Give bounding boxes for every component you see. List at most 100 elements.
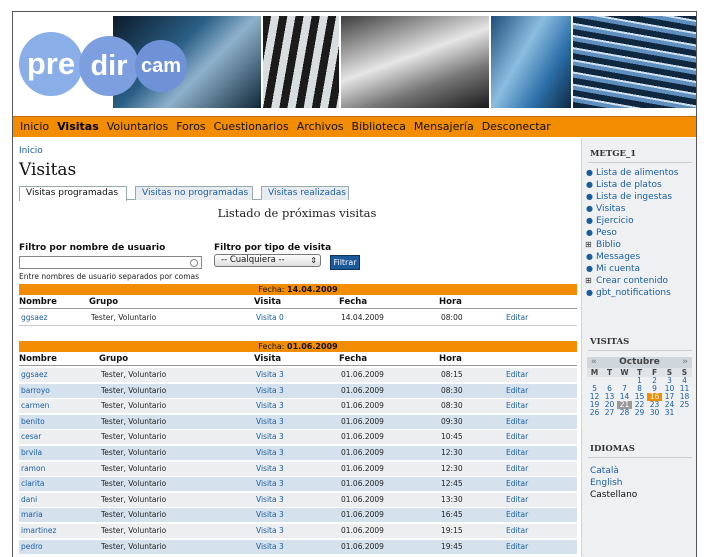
nav-item-foros[interactable]: Foros [176,120,205,133]
sidebar-item-mi-cuenta[interactable]: ● Mi cuenta [586,263,678,275]
edit-link[interactable]: Editar [506,370,528,379]
visit-link[interactable]: Visita 3 [256,495,284,504]
nav-item-cuestionarios[interactable]: Cuestionarios [214,120,289,133]
language-english[interactable]: English [590,477,637,489]
visit-link[interactable]: Visita 3 [256,510,284,519]
nav-item-visitas[interactable]: Visitas [57,120,99,133]
user-name-link[interactable]: ggsaez [21,370,48,379]
edit-link[interactable]: Editar [506,495,528,504]
time-cell: 09:30 [441,416,463,426]
calendar-next-icon[interactable]: » [682,357,688,368]
sidebar-item-label: Lista de platos [596,180,662,190]
visit-type-select[interactable]: -- Cualquiera -- ⇕ [214,254,321,267]
nav-item-biblioteca[interactable]: Biblioteca [352,120,406,133]
visit-link[interactable]: Visita 3 [256,448,284,457]
sidebar-visits-title: VISITAS [590,337,630,347]
page-frame: pre dir cam Inicio Visitas Voluntarios Foro… [12,11,697,557]
visit-link[interactable]: Visita 3 [256,386,284,395]
user-name-link[interactable]: brvila [21,448,42,457]
sidebar-item-label: Biblio [596,240,621,250]
calendar-dayname: W [617,368,632,377]
logo-circle-pre[interactable]: pre [19,32,83,96]
calendar-day[interactable]: 26 [587,409,602,417]
visit-link[interactable]: Visita 3 [256,401,284,410]
nav-item-desconectar[interactable]: Desconectar [482,120,551,133]
date-cell: 01.06.2009 [341,526,384,535]
table-row: maria Tester, Voluntario Visita 3 01.06.200… [19,508,577,524]
visit-link[interactable]: Visita 3 [256,370,284,379]
user-name-link[interactable]: barroyo [21,386,50,395]
group-cell: Tester, Voluntario [91,313,157,322]
edit-link[interactable]: Editar [506,401,528,410]
edit-link[interactable]: Editar [506,464,528,473]
calendar-grid: M T W T F S S 1 2 3 4 5 6 7 8 9 10 11 12 13 14 15 16 17 18 19 20 21… [587,368,692,417]
logo-circle-dir[interactable]: dir [79,36,139,96]
visit-link[interactable]: Visita 3 [256,479,284,488]
user-name-link[interactable]: pedro [21,542,43,551]
edit-link[interactable]: Editar [506,432,528,441]
edit-link[interactable]: Editar [506,510,528,519]
user-name-link[interactable]: maria [21,510,43,519]
edit-link[interactable]: Editar [506,479,528,488]
nav-item-archivos[interactable]: Archivos [297,120,344,133]
table-row: barroyo Tester, Voluntario Visita 3 01.06.2… [19,383,577,399]
visit-link[interactable]: Visita 3 [256,464,284,473]
sidebar-item-ejercicio[interactable]: ● Ejercicio [586,215,678,227]
calendar-day[interactable]: 28 [617,409,632,417]
logo-circle-cam[interactable]: cam [135,40,187,92]
date-cell: 01.06.2009 [341,416,384,426]
breadcrumb[interactable]: Inicio [19,146,43,156]
user-name-link[interactable]: ggsaez [21,313,48,322]
visit-link[interactable]: Visita 0 [256,313,284,322]
tab-visitas-realizadas[interactable]: Visitas realizadas [261,186,349,200]
bullet-icon: ● [586,288,593,297]
user-name-link[interactable]: cesar [21,432,41,441]
user-name-link[interactable]: benito [21,417,45,426]
user-name-link[interactable]: imartinez [21,526,56,535]
expand-icon[interactable]: ⊞ [585,239,592,251]
visit-link[interactable]: Visita 3 [256,432,284,441]
calendar-prev-icon[interactable]: « [591,357,597,368]
language-list: Català English Castellano [590,465,637,501]
sidebar-item-visitas[interactable]: ● Visitas [586,203,678,215]
edit-link[interactable]: Editar [506,526,528,535]
calendar-day[interactable]: 29 [632,409,647,417]
sidebar-item-lista-de-ingestas[interactable]: ● Lista de ingestas [586,191,678,203]
sidebar-item-lista-de-platos[interactable]: ● Lista de platos [586,179,678,191]
sidebar-item-biblio[interactable]: ⊞ Biblio [585,239,678,251]
edit-link[interactable]: Editar [506,542,528,551]
sidebar-item-peso[interactable]: ● Peso [586,227,678,239]
calendar-dayname: M [587,368,602,377]
user-name-link[interactable]: dani [21,495,37,504]
sidebar-item-label: Visitas [596,204,626,214]
language-catal[interactable]: Català [590,465,637,477]
edit-link[interactable]: Editar [506,448,528,457]
user-name-link[interactable]: clarita [21,479,45,488]
sidebar-item-gbt-notifications[interactable]: ● gbt_notifications [586,287,678,299]
edit-link[interactable]: Editar [506,313,528,322]
nav-item-mensajera[interactable]: Mensajería [414,120,474,133]
sidebar-item-lista-de-alimentos[interactable]: ● Lista de alimentos [586,167,678,179]
filter-button[interactable]: Filtrar [330,255,360,270]
edit-link[interactable]: Editar [506,417,528,426]
sidebar-item-crear-contenido[interactable]: ⊞ Crear contenido [585,275,678,287]
sidebar-item-messages[interactable]: ● Messages [586,251,678,263]
visit-link[interactable]: Visita 3 [256,542,284,551]
sidebar-item-label: Lista de ingestas [596,192,673,202]
expand-icon[interactable]: ⊞ [585,275,592,287]
nav-item-voluntarios[interactable]: Voluntarios [107,120,169,133]
nav-item-inicio[interactable]: Inicio [20,120,49,133]
visit-link[interactable]: Visita 3 [256,417,284,426]
edit-link[interactable]: Editar [506,386,528,395]
visit-link[interactable]: Visita 3 [256,526,284,535]
calendar-day[interactable]: 31 [662,409,677,417]
tab-visitas-no-programadas[interactable]: Visitas no programadas [135,186,253,200]
calendar-day[interactable]: 25 [677,401,692,409]
user-name-link[interactable]: carmen [21,401,49,410]
calendar-day[interactable]: 27 [602,409,617,417]
user-name-link[interactable]: ramon [21,464,45,473]
user-filter-input[interactable] [19,256,202,269]
tab-visitas-programadas[interactable]: Visitas programadas [19,186,127,201]
calendar-day[interactable]: 30 [647,409,662,417]
date-band: Fecha: 14.04.2009 [19,284,577,295]
